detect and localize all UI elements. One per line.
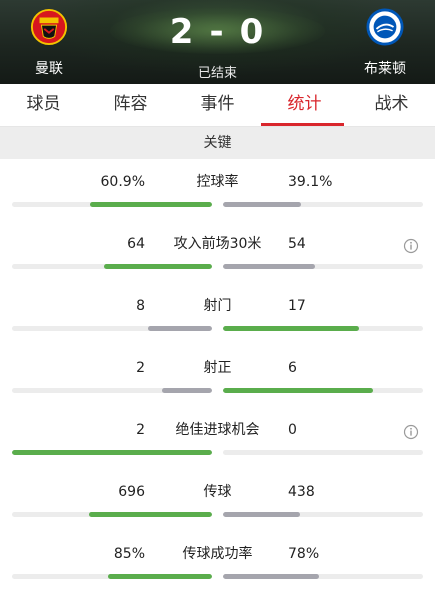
home-bar-track [12,512,212,517]
stat-label: 绝佳进球机会 [175,422,260,438]
scoreline: 2-0 [0,12,435,52]
stat-away-value: 0 [288,422,297,438]
stat-label: 射正 [203,360,232,376]
home-bar-track [12,264,212,269]
away-bar-fill [223,326,359,331]
stat-row-big-chances: 2 绝佳进球机会 0 [0,410,435,472]
home-bar-track [12,574,212,579]
tab-lineup[interactable]: 阵容 [87,84,174,126]
match-header: 曼联 布莱顿 2-0 已结束 [0,0,435,84]
away-bar-track [223,202,423,207]
match-status: 已结束 [197,66,237,81]
stat-label: 传球成功率 [182,546,253,562]
home-bar-fill [89,512,212,517]
info-icon[interactable] [403,238,419,254]
home-score: 2 [169,12,196,52]
home-bar-track [12,450,212,455]
stat-away-value: 78% [288,546,320,562]
stat-away-value: 39.1% [288,174,333,190]
stat-away-value: 17 [288,298,306,314]
stat-row-shots: 8 射门 17 [0,286,435,348]
tab-players[interactable]: 球员 [0,84,87,126]
home-bar-track [12,326,212,331]
stat-label: 控球率 [196,174,239,190]
tab-events[interactable]: 事件 [174,84,261,126]
home-bar-track [12,202,212,207]
tab-tactics[interactable]: 战术 [348,84,435,126]
tab-stats[interactable]: 统计 [261,84,348,126]
stat-away-value: 54 [288,236,306,252]
stat-away-value: 438 [288,484,315,500]
home-bar-track [12,388,212,393]
away-bar-fill [223,202,301,207]
stat-home-value: 60.9% [100,174,145,190]
away-bar-fill [223,574,319,579]
stat-row-pass-accuracy: 85% 传球成功率 78% [0,534,435,596]
stat-row-shots-on-target: 2 射正 6 [0,348,435,410]
away-bar-track [223,574,423,579]
away-bar-track [223,264,423,269]
section-header: 关键 [0,127,435,159]
active-tab-indicator [261,123,344,126]
stat-row-possession: 60.9% 控球率 39.1% [0,162,435,224]
home-bar-fill [90,202,212,207]
away-bar-fill [223,264,315,269]
tab-bar: 球员 阵容 事件 统计 战术 [0,84,435,127]
away-bar-track [223,326,423,331]
info-icon[interactable] [403,424,419,440]
away-bar-track [223,512,423,517]
stat-away-value: 6 [288,360,297,376]
away-bar-fill [223,512,300,517]
stat-row-attacks-final-third: 64 攻入前场30米 54 [0,224,435,286]
home-bar-fill [162,388,212,393]
stat-row-passes: 696 传球 438 [0,472,435,534]
score-separator: - [209,12,226,52]
away-score: 0 [239,12,266,52]
away-bar-track [223,450,423,455]
stat-label: 射门 [203,298,232,314]
home-bar-fill [12,450,212,455]
away-bar-track [223,388,423,393]
home-bar-fill [104,264,212,269]
home-bar-fill [148,326,212,331]
stat-label: 传球 [203,484,232,500]
home-bar-fill [108,574,212,579]
stat-label: 攻入前场30米 [173,236,262,252]
away-bar-fill [223,388,373,393]
